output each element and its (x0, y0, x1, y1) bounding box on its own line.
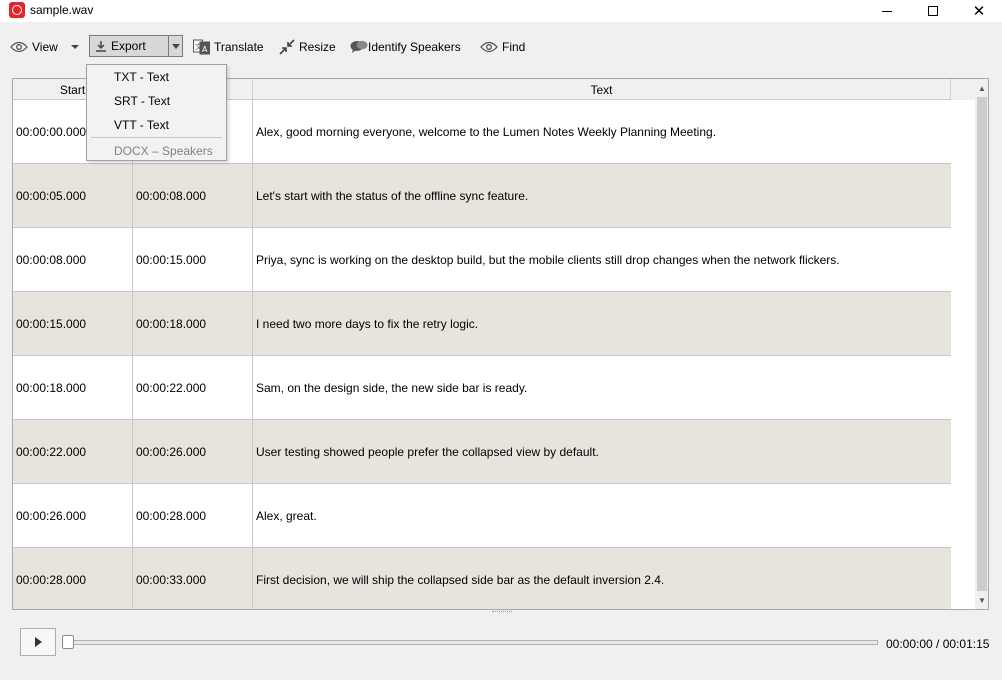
scroll-up-icon[interactable]: ▲ (975, 81, 988, 95)
vertical-scrollbar[interactable]: ▲ ▼ (975, 79, 988, 609)
cell-text[interactable]: First decision, we will ship the collaps… (253, 548, 951, 609)
header-corner (951, 79, 975, 100)
cell-end[interactable]: 00:00:28.000 (133, 484, 253, 547)
resize-icon (279, 39, 295, 55)
cell-start[interactable]: 00:00:28.000 (13, 548, 133, 609)
table-row[interactable]: 00:00:18.000 00:00:22.000 Sam, on the de… (13, 356, 951, 420)
cell-end[interactable]: 00:00:22.000 (133, 356, 253, 419)
cell-end[interactable]: 00:00:33.000 (133, 548, 253, 609)
chevron-down-icon (171, 43, 180, 49)
chevron-down-icon (71, 45, 79, 49)
cell-text[interactable]: Alex, great. (253, 484, 951, 547)
cell-start[interactable]: 00:00:08.000 (13, 228, 133, 291)
play-icon (34, 637, 42, 647)
find-button[interactable]: Find (480, 30, 525, 64)
table-row[interactable]: 00:00:28.000 00:00:33.000 First decision… (13, 548, 951, 609)
find-label: Find (502, 40, 526, 54)
media-player: 00:00:00 / 00:01:15 (0, 618, 1002, 680)
close-button[interactable]: ✕ (956, 0, 1002, 22)
cell-text[interactable]: Sam, on the design side, the new side ba… (253, 356, 951, 419)
export-main-button[interactable]: Export (90, 36, 170, 56)
view-label: View (32, 40, 58, 54)
toolbar: View Export 文 A Translate Resize Identif… (0, 30, 1002, 64)
export-menu: TXT - Text SRT - Text VTT - Text DOCX – … (86, 64, 227, 161)
view-dropdown-button[interactable] (70, 30, 80, 64)
cell-start[interactable]: 00:00:26.000 (13, 484, 133, 547)
table-row[interactable]: 00:00:26.000 00:00:28.000 Alex, great. (13, 484, 951, 548)
eye-icon (480, 41, 498, 53)
window-title: sample.wav (30, 3, 94, 17)
cell-end[interactable]: 00:00:26.000 (133, 420, 253, 483)
menu-separator (91, 137, 222, 138)
eye-icon (10, 41, 28, 53)
menu-item-txt[interactable]: TXT - Text (87, 66, 226, 88)
seek-slider-handle[interactable] (62, 635, 74, 649)
cell-start[interactable]: 00:00:18.000 (13, 356, 133, 419)
speech-bubbles-icon (350, 40, 368, 53)
cell-end[interactable]: 00:00:18.000 (133, 292, 253, 355)
scroll-down-icon[interactable]: ▼ (975, 593, 988, 607)
cell-start[interactable]: 00:00:15.000 (13, 292, 133, 355)
identify-speakers-button[interactable]: Identify Speakers (350, 30, 461, 64)
table-row[interactable]: 00:00:05.000 00:00:08.000 Let's start wi… (13, 164, 951, 228)
view-button[interactable]: View (10, 30, 58, 64)
translate-button[interactable]: 文 A Translate (193, 30, 264, 64)
cell-text[interactable]: Let's start with the status of the offli… (253, 164, 951, 227)
menu-item-vtt[interactable]: VTT - Text (87, 114, 226, 136)
column-header-text[interactable]: Text (253, 79, 951, 100)
cell-start[interactable]: 00:00:22.000 (13, 420, 133, 483)
cell-text[interactable]: Priya, sync is working on the desktop bu… (253, 228, 951, 291)
splitter-handle[interactable] (492, 611, 512, 614)
svg-text:文: 文 (195, 42, 202, 51)
cell-text[interactable]: User testing showed people prefer the co… (253, 420, 951, 483)
title-bar: sample.wav ✕ (0, 0, 1002, 22)
close-icon: ✕ (972, 2, 986, 20)
resize-label: Resize (299, 40, 336, 54)
minimize-button[interactable] (864, 0, 910, 22)
app-icon (9, 2, 25, 18)
export-button[interactable]: Export (89, 35, 183, 57)
menu-item-docx-speakers: DOCX – Speakers (114, 144, 213, 158)
download-icon (96, 41, 106, 52)
table-row[interactable]: 00:00:08.000 00:00:15.000 Priya, sync is… (13, 228, 951, 292)
translate-label: Translate (214, 40, 264, 54)
cell-text[interactable]: I need two more days to fix the retry lo… (253, 292, 951, 355)
cell-end[interactable]: 00:00:15.000 (133, 228, 253, 291)
play-button[interactable] (20, 628, 56, 656)
maximize-button[interactable] (910, 0, 956, 22)
menu-item-srt[interactable]: SRT - Text (87, 90, 226, 112)
identify-speakers-label: Identify Speakers (368, 40, 461, 54)
maximize-icon (928, 6, 938, 16)
cell-start[interactable]: 00:00:05.000 (13, 164, 133, 227)
table-row[interactable]: 00:00:15.000 00:00:18.000 I need two mor… (13, 292, 951, 356)
export-dropdown-arrow[interactable] (169, 43, 182, 49)
translate-icon: 文 A (193, 39, 210, 55)
scrollbar-thumb[interactable] (977, 97, 987, 591)
resize-button[interactable]: Resize (279, 30, 336, 64)
cell-text[interactable]: Alex, good morning everyone, welcome to … (253, 100, 951, 163)
seek-slider[interactable] (66, 640, 878, 645)
svg-text:A: A (202, 45, 208, 54)
export-label: Export (111, 39, 146, 53)
table-row[interactable]: 00:00:22.000 00:00:26.000 User testing s… (13, 420, 951, 484)
cell-end[interactable]: 00:00:08.000 (133, 164, 253, 227)
time-display: 00:00:00 / 00:01:15 (886, 637, 990, 651)
minimize-icon (882, 10, 892, 12)
table-body: 00:00:00.000 00:00:05.000 Alex, good mor… (13, 100, 951, 609)
